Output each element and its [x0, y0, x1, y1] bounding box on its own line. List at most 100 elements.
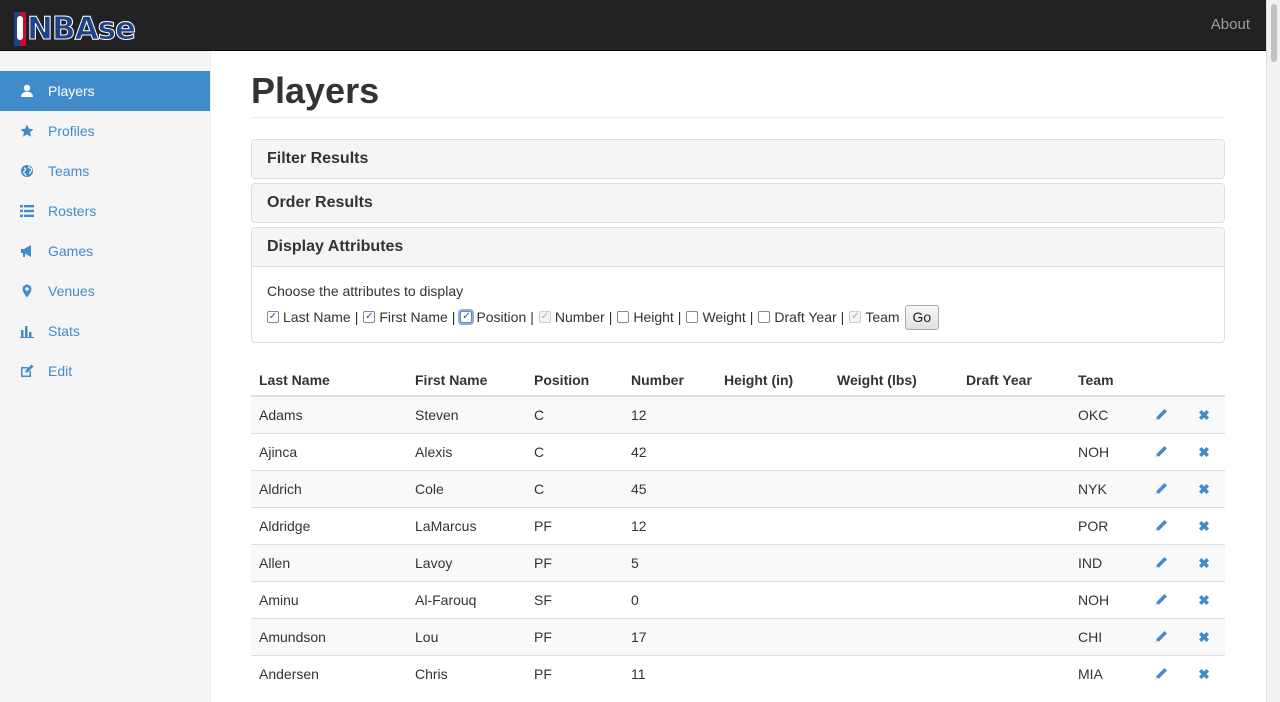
table-cell: 0 [623, 580, 716, 618]
stats-icon [19, 323, 35, 339]
order-results-toggle[interactable]: Order Results [252, 184, 1224, 222]
team-checkbox[interactable] [849, 311, 862, 323]
pencil-icon[interactable] [1140, 617, 1182, 655]
table-cell: CHI [1070, 617, 1140, 655]
table-cell: PF [526, 506, 623, 544]
table-cell: PF [526, 654, 623, 692]
table-cell [716, 654, 829, 692]
sidebar-item-edit[interactable]: Edit [0, 351, 210, 391]
filter-results-panel: Filter Results [251, 139, 1225, 179]
players-table: Last Name First Name Position Number Hei… [251, 364, 1225, 692]
table-cell [829, 395, 958, 433]
column-header: Number [623, 364, 716, 397]
table-row[interactable]: Amundson Lou PF 17 CHI [251, 617, 1225, 655]
remove-icon[interactable] [1182, 654, 1225, 692]
table-row[interactable]: Aminu Al-Farouq SF 0 NOH [251, 580, 1225, 618]
table-row[interactable]: Adams Steven C 12 OKC [251, 395, 1225, 433]
filter-results-toggle[interactable]: Filter Results [252, 140, 1224, 178]
team-label: Team [865, 309, 900, 325]
sidebar-item-games[interactable]: Games [0, 231, 210, 271]
sidebar-item-teams[interactable]: Teams [0, 151, 210, 191]
sidebar: Players Profiles Teams Rosters Games Ven… [0, 51, 211, 702]
table-cell: NOH [1070, 580, 1140, 618]
table-cell [958, 617, 1070, 655]
table-cell: 45 [623, 469, 716, 507]
weight-checkbox[interactable] [686, 311, 699, 323]
display-attributes-toggle[interactable]: Display Attributes [252, 228, 1224, 266]
draft-year-checkbox[interactable] [758, 311, 771, 323]
sidebar-item-label: Rosters [48, 203, 97, 219]
table-row[interactable]: Aldrich Cole C 45 NYK [251, 469, 1225, 507]
height-checkbox[interactable] [617, 311, 630, 323]
pencil-icon[interactable] [1140, 580, 1182, 618]
table-cell [958, 506, 1070, 544]
go-button[interactable]: Go [904, 304, 940, 330]
sidebar-item-venues[interactable]: Venues [0, 271, 210, 311]
sidebar-item-stats[interactable]: Stats [0, 311, 210, 351]
last-name-label: Last Name [283, 309, 351, 325]
column-header: Last Name [251, 364, 407, 397]
table-cell: C [526, 395, 623, 433]
about-link[interactable]: About [1211, 16, 1250, 33]
table-cell: 12 [623, 506, 716, 544]
pencil-icon[interactable] [1140, 543, 1182, 581]
brand-logo[interactable]: NBAse [14, 9, 137, 49]
vertical-scrollbar[interactable] [1266, 0, 1280, 702]
list-icon [19, 203, 35, 219]
pencil-icon[interactable] [1140, 432, 1182, 470]
sidebar-item-profiles[interactable]: Profiles [0, 111, 210, 151]
table-cell: Amundson [251, 617, 407, 655]
table-cell [829, 543, 958, 581]
column-header-edit [1140, 364, 1182, 397]
table-cell [958, 395, 1070, 433]
display-attributes-panel: Display Attributes Choose the attributes… [251, 227, 1225, 343]
last-name-checkbox[interactable] [267, 311, 279, 323]
pencil-icon[interactable] [1140, 395, 1182, 433]
scrollbar-thumb[interactable] [1271, 4, 1277, 62]
table-cell: Allen [251, 543, 407, 581]
remove-icon[interactable] [1182, 469, 1225, 507]
nba-logo-icon [14, 12, 26, 46]
table-body: Adams Steven C 12 OKC Ajinca Alexis C 42 NOH Aldri… [251, 395, 1225, 692]
table-row[interactable]: Allen Lavoy PF 5 IND [251, 543, 1225, 581]
table-cell: IND [1070, 543, 1140, 581]
attribute-checkbox-row: Last Name | First Name | Position | Numb… [267, 304, 1209, 330]
table-row[interactable]: Ajinca Alexis C 42 NOH [251, 432, 1225, 470]
pencil-icon[interactable] [1140, 469, 1182, 507]
table-cell: 11 [623, 654, 716, 692]
table-row[interactable]: Andersen Chris PF 11 MIA [251, 654, 1225, 692]
table-cell: OKC [1070, 395, 1140, 433]
remove-icon[interactable] [1182, 506, 1225, 544]
remove-icon[interactable] [1182, 580, 1225, 618]
sidebar-item-label: Edit [48, 363, 73, 379]
sidebar-item-label: Players [48, 83, 95, 99]
remove-icon[interactable] [1182, 617, 1225, 655]
table-cell: Lou [407, 617, 526, 655]
table-cell [716, 543, 829, 581]
sidebar-item-rosters[interactable]: Rosters [0, 191, 210, 231]
remove-icon[interactable] [1182, 543, 1225, 581]
separator: | [451, 309, 456, 325]
user-icon [19, 83, 35, 99]
separator: | [530, 309, 534, 325]
table-cell: 12 [623, 395, 716, 433]
table-cell [958, 580, 1070, 618]
table-cell [958, 432, 1070, 470]
attributes-prompt: Choose the attributes to display [267, 283, 464, 299]
table-cell: Lavoy [407, 543, 526, 581]
table-cell: Cole [407, 469, 526, 507]
position-checkbox[interactable] [460, 311, 473, 323]
first-name-checkbox[interactable] [363, 311, 376, 323]
table-cell [958, 654, 1070, 692]
pencil-icon[interactable] [1140, 506, 1182, 544]
remove-icon[interactable] [1182, 432, 1225, 470]
pencil-icon[interactable] [1140, 654, 1182, 692]
table-row[interactable]: Aldridge LaMarcus PF 12 POR [251, 506, 1225, 544]
separator: | [677, 309, 682, 325]
sidebar-item-players[interactable]: Players [0, 71, 210, 111]
table-cell: Al-Farouq [407, 580, 526, 618]
table-cell [716, 506, 829, 544]
top-navbar: NBAse About [0, 0, 1266, 51]
remove-icon[interactable] [1182, 395, 1225, 433]
number-checkbox[interactable] [538, 311, 551, 323]
